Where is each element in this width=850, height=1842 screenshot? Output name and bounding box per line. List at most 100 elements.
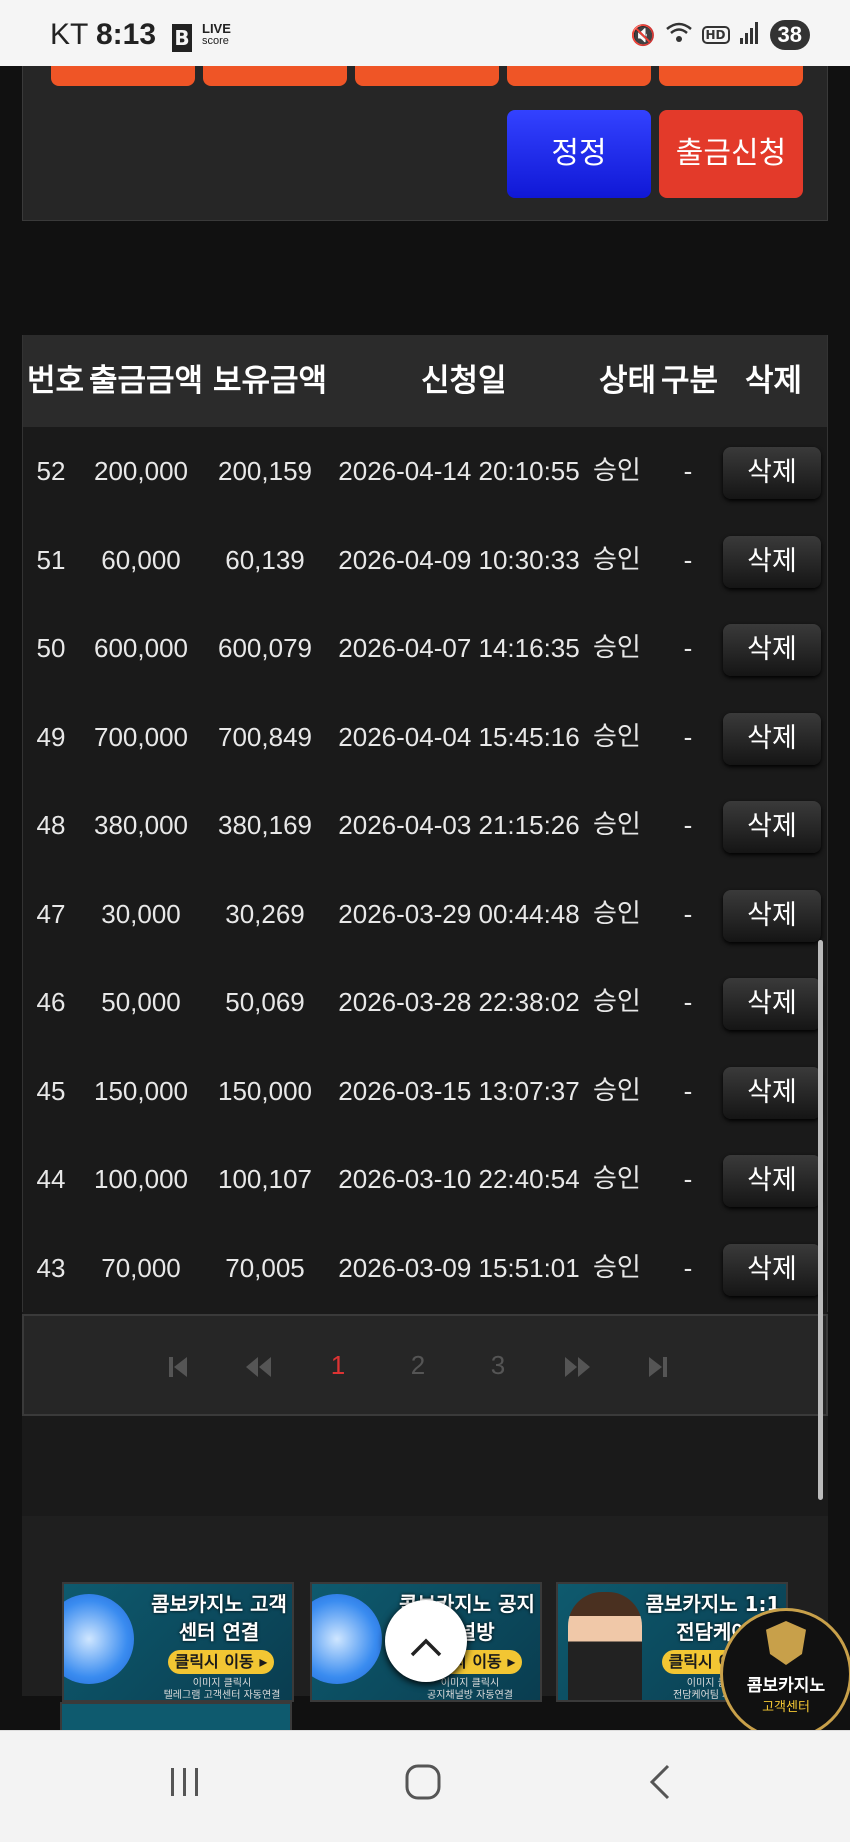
signal-icon [739, 21, 760, 49]
table-row: 48 380,000 380,169 2026-04-03 21:15:26 승인 - 삭제 [23, 781, 827, 870]
banner-subtext-line: 공지채널방 자동연결 [427, 1690, 513, 1701]
row-balance: 380,169 [218, 810, 312, 840]
table-row: 52 200,000 200,159 2026-04-14 20:10:55 승인 - 삭제 [23, 427, 827, 516]
row-balance: 200,159 [218, 456, 312, 486]
row-type: - [683, 544, 693, 575]
back-icon[interactable] [648, 1763, 672, 1811]
row-withdraw-amount: 150,000 [94, 1075, 188, 1106]
row-status: 승인 [593, 456, 641, 486]
top-tab-button[interactable] [355, 66, 499, 86]
delete-button[interactable]: 삭제 [723, 712, 821, 765]
row-type: - [683, 1075, 693, 1106]
row-withdraw-amount: 700,000 [94, 721, 188, 752]
top-tab-button[interactable] [203, 66, 347, 86]
header-amount: 출금금액 [89, 363, 204, 399]
delete-button[interactable]: 삭제 [723, 801, 821, 853]
row-request-date: 2026-03-09 15:51:01 [338, 1252, 580, 1283]
row-balance: 60,139 [225, 544, 305, 575]
last-page-icon[interactable] [638, 1316, 678, 1414]
top-tab-row [51, 66, 803, 86]
top-tab-button[interactable] [507, 66, 651, 86]
action-panel: 정정 출금신청 [22, 66, 828, 221]
row-number: 44 [36, 1164, 66, 1194]
row-withdraw-amount: 70,000 [101, 1252, 181, 1283]
row-type: - [683, 456, 693, 486]
table-row: 46 50,000 50,069 2026-03-28 22:38:02 승인 - 삭제 [23, 958, 827, 1047]
row-request-date: 2026-03-29 00:44:48 [338, 898, 580, 929]
telegram-icon [312, 1594, 382, 1684]
row-type: - [683, 987, 693, 1017]
spacer [22, 221, 828, 335]
header-status: 상태 [599, 363, 657, 399]
header-date: 신청일 [421, 363, 507, 399]
row-status: 승인 [593, 1075, 641, 1106]
table-row: 49 700,000 700,849 2026-04-04 15:45:16 승인 - 삭제 [23, 693, 827, 782]
withdraw-history-table: 번호 출금금액 보유금액 신청일 상태 구분 삭제 52 200,000 200,1… [22, 335, 828, 1312]
correct-button[interactable]: 정정 [507, 110, 651, 198]
table-row: 47 30,000 30,269 2026-03-29 00:44:48 승인 - 삭제 [23, 870, 827, 959]
delete-button[interactable]: 삭제 [723, 447, 821, 499]
banner-subtext-line: 이미지 클릭시 [192, 1678, 252, 1689]
table-row: 45 150,000 150,000 2026-03-15 13:07:37 승인 - 삭제 [23, 1047, 827, 1136]
row-status: 승인 [593, 1252, 641, 1283]
row-request-date: 2026-03-28 22:38:02 [338, 987, 580, 1017]
row-type: - [683, 1164, 693, 1194]
page-2[interactable]: 2 [398, 1316, 438, 1414]
bscore-app-icon: B [172, 24, 192, 52]
top-tab-button[interactable] [51, 66, 195, 86]
header-balance: 보유금액 [213, 363, 328, 399]
table-body: 52 200,000 200,159 2026-04-14 20:10:55 승인 - 삭제… [23, 427, 827, 1312]
header-no: 번호 [27, 363, 85, 399]
home-icon[interactable] [404, 1763, 442, 1811]
delete-button[interactable]: 삭제 [723, 1066, 821, 1119]
row-number: 47 [36, 898, 66, 929]
delete-button[interactable]: 삭제 [723, 1155, 821, 1207]
carrier-label: KT [50, 18, 89, 51]
row-number: 45 [36, 1075, 66, 1106]
scrollbar[interactable] [818, 940, 823, 1500]
row-request-date: 2026-04-03 21:15:26 [338, 810, 580, 840]
recent-apps-icon[interactable] [168, 1763, 202, 1809]
row-number: 48 [36, 810, 66, 840]
row-withdraw-amount: 60,000 [101, 544, 181, 575]
banner-partial[interactable] [60, 1702, 292, 1730]
delete-button[interactable]: 삭제 [723, 535, 821, 588]
row-withdraw-amount: 50,000 [101, 987, 181, 1017]
scroll-to-top-button[interactable] [385, 1600, 467, 1682]
delete-button[interactable]: 삭제 [723, 624, 821, 676]
page-3[interactable]: 3 [478, 1316, 518, 1414]
row-balance: 600,079 [218, 633, 312, 663]
row-balance: 150,000 [218, 1075, 312, 1106]
row-request-date: 2026-04-14 20:10:55 [338, 456, 580, 486]
delete-button[interactable]: 삭제 [723, 978, 821, 1030]
hd-voice-icon: HD [701, 26, 730, 44]
row-type: - [683, 1252, 693, 1283]
row-balance: 100,107 [218, 1164, 312, 1194]
delete-button[interactable]: 삭제 [723, 889, 821, 942]
agent-avatar-icon [568, 1592, 642, 1700]
shield-logo-icon [766, 1621, 806, 1665]
row-type: - [683, 898, 693, 929]
row-balance: 700,849 [218, 721, 312, 752]
table-row: 43 70,000 70,005 2026-03-09 15:51:01 승인 - 삭제 [23, 1224, 827, 1313]
top-tab-button[interactable] [659, 66, 803, 86]
header-delete: 삭제 [745, 363, 803, 399]
row-status: 승인 [593, 633, 641, 663]
row-number: 51 [36, 544, 66, 575]
status-icons: 🔇 HD 38 [631, 20, 810, 50]
first-page-icon[interactable] [158, 1316, 198, 1414]
page-1[interactable]: 1 [318, 1316, 358, 1414]
score-label: score [202, 35, 229, 47]
withdraw-request-button[interactable]: 출금신청 [659, 110, 803, 198]
battery-indicator: 38 [769, 20, 810, 50]
promo-banner[interactable]: 콤보카지노 고객센터 연결 클릭시 이동 ▸ 이미지 클릭시 텔레그램 고객센터 자동… [62, 1582, 294, 1702]
next-page-icon[interactable] [558, 1316, 598, 1414]
withdraw-page: 정정 출금신청 번호 출금금액 보유금액 신청일 상태 구분 삭제 52 200,… [22, 66, 828, 1516]
row-type: - [683, 633, 693, 663]
table-row: 50 600,000 600,079 2026-04-07 14:16:35 승인 - 삭제 [23, 604, 827, 693]
row-type: - [683, 721, 693, 752]
customer-center-badge[interactable]: 콤보카지노 고객센터 [720, 1608, 850, 1740]
live-label: LIVE [202, 21, 231, 36]
delete-button[interactable]: 삭제 [723, 1243, 821, 1296]
prev-page-icon[interactable] [238, 1316, 278, 1414]
